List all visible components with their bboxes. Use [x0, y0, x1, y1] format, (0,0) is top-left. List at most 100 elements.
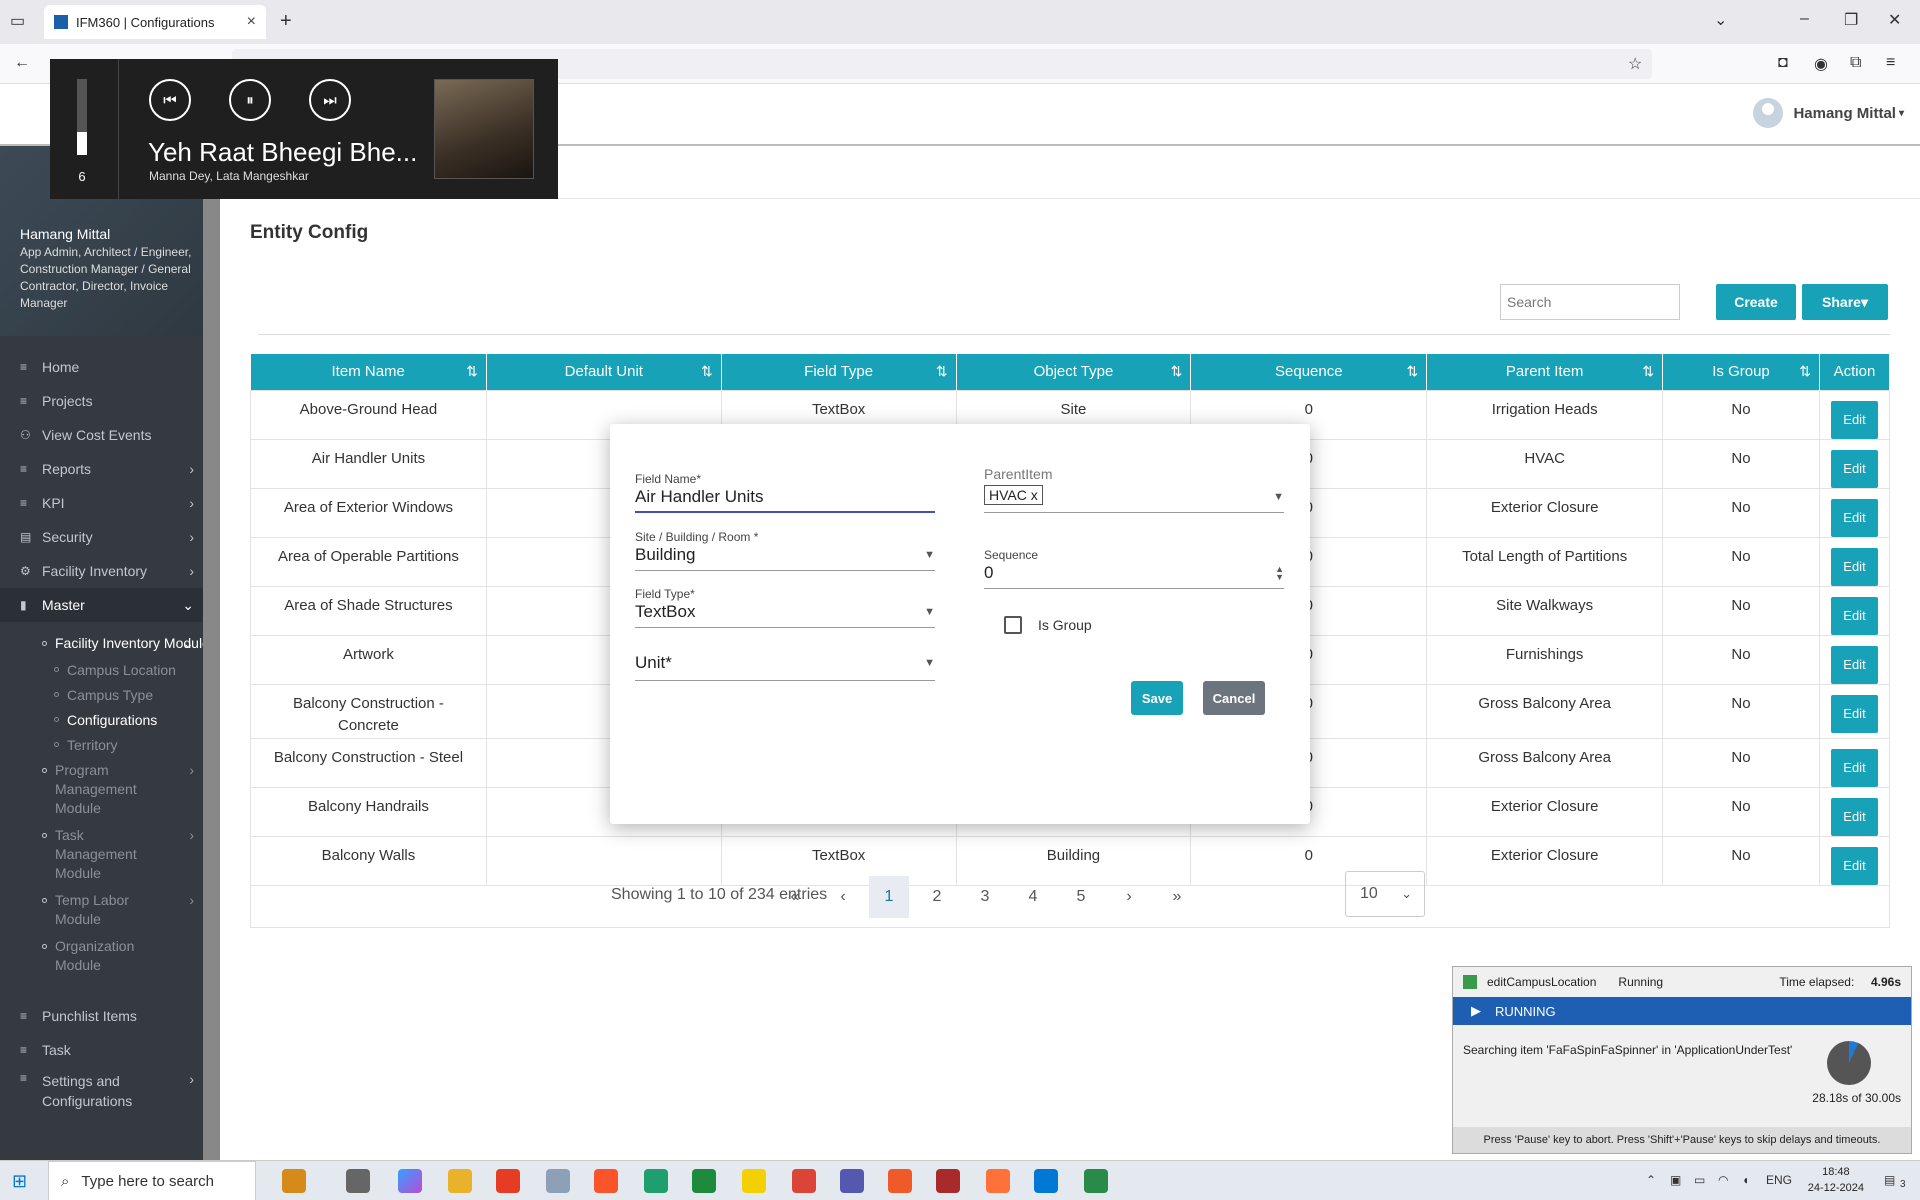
search-input[interactable]: Search — [1500, 284, 1680, 320]
sort-icon[interactable]: ⇅ — [701, 363, 713, 380]
firefox-icon[interactable] — [986, 1169, 1010, 1193]
create-button[interactable]: Create — [1716, 284, 1796, 320]
parent-item-chip[interactable]: HVAC x — [984, 485, 1043, 505]
tab-overflow-icon[interactable]: ⌄ — [1714, 10, 1727, 30]
page-3-button[interactable]: 3 — [965, 876, 1005, 918]
column-header-default-unit[interactable]: Default Unit ⇅ — [486, 354, 722, 390]
column-header-item-name[interactable]: Item Name ⇅ — [250, 354, 487, 390]
briefcase-app-icon[interactable] — [282, 1169, 306, 1193]
close-window-icon[interactable]: ✕ — [1888, 10, 1901, 30]
sort-icon[interactable]: ⇅ — [1171, 363, 1183, 380]
last-page-button[interactable]: » — [1157, 876, 1197, 918]
unit-select[interactable]: Unit* ▼ — [635, 649, 935, 681]
sort-icon[interactable]: ⇅ — [1642, 363, 1654, 380]
sticky-notes-icon[interactable] — [742, 1169, 766, 1193]
notification-icon[interactable]: ▤ — [1884, 1173, 1895, 1187]
sidebar-item-master[interactable]: ▮ Master ⌄ — [0, 588, 220, 622]
language-indicator[interactable]: ENG — [1766, 1173, 1792, 1187]
sidebar-item-facility-inventory[interactable]: ⚙ Facility Inventory › — [0, 554, 220, 588]
tray-chevron-icon[interactable]: ⌃ — [1646, 1173, 1656, 1187]
pocket-icon[interactable]: ◘ — [1778, 54, 1788, 72]
new-tab-button[interactable]: + — [280, 10, 292, 33]
sort-icon[interactable]: ⇅ — [936, 363, 948, 380]
extensions-icon[interactable]: ⧉ — [1850, 54, 1861, 72]
volume-icon[interactable]: ◖ — [1742, 1173, 1749, 1187]
stepper-icon[interactable]: ▲ ▼ — [1275, 565, 1284, 582]
file-explorer-icon[interactable] — [448, 1169, 472, 1193]
minimize-icon[interactable]: – — [1800, 10, 1809, 28]
wifi-icon[interactable]: ◠ — [1718, 1173, 1728, 1187]
pause-icon[interactable]: ⏸ — [229, 79, 271, 121]
field-name-field[interactable]: Field Name* Air Handler Units — [635, 472, 935, 513]
app-icon[interactable] — [936, 1169, 960, 1193]
page-size-select[interactable]: 10 ⌄ — [1345, 871, 1425, 917]
bookmark-star-icon[interactable]: ☆ — [1628, 54, 1642, 74]
is-group-checkbox[interactable]: Is Group — [1004, 616, 1092, 634]
tab-list-icon[interactable]: ▭ — [10, 11, 25, 31]
column-header-is-group[interactable]: Is Group ⇅ — [1662, 354, 1820, 390]
cancel-button[interactable]: Cancel — [1203, 681, 1265, 715]
save-button[interactable]: Save — [1131, 681, 1183, 715]
unit-field[interactable]: Unit* ▼ — [635, 648, 935, 681]
next-page-button[interactable]: › — [1109, 876, 1149, 918]
sidebar-item-kpi[interactable]: ≡ KPI › — [0, 486, 220, 520]
sidebar-item-task[interactable]: ≡ Task — [0, 1033, 220, 1067]
prev-page-button[interactable]: ‹ — [823, 876, 863, 918]
copilot-icon[interactable] — [398, 1169, 422, 1193]
sidebar-item-campus-type[interactable]: Campus Type — [0, 682, 220, 707]
sequence-input[interactable]: 0 ▲ ▼ — [984, 563, 1284, 589]
back-icon[interactable]: ← — [14, 54, 30, 72]
sidebar-item-security[interactable]: ▤ Security › — [0, 520, 220, 554]
sidebar-item-temp-labor[interactable]: Temp Labor Module › — [0, 887, 194, 933]
office-icon[interactable] — [496, 1169, 520, 1193]
sidebar-item-reports[interactable]: ≡ Reports › — [0, 452, 220, 486]
site-building-room-select[interactable]: Building ▼ — [635, 545, 935, 571]
first-page-button[interactable]: « — [775, 876, 815, 918]
volume-bar[interactable] — [77, 79, 87, 155]
checkbox-box[interactable] — [1004, 616, 1022, 634]
app-icon[interactable] — [546, 1169, 570, 1193]
column-header-field-type[interactable]: Field Type ⇅ — [721, 354, 957, 390]
close-tab-icon[interactable]: × — [247, 13, 256, 31]
edit-button[interactable]: Edit — [1831, 596, 1878, 635]
edit-button[interactable]: Edit — [1831, 645, 1878, 684]
edit-button[interactable]: Edit — [1831, 449, 1878, 488]
sidebar-item-home[interactable]: ≡ Home — [0, 350, 220, 384]
sidebar-scrollbar[interactable] — [203, 146, 220, 1160]
sequence-field[interactable]: Sequence 0 ▲ ▼ — [984, 548, 1284, 589]
menu-icon[interactable]: ≡ — [1886, 54, 1895, 72]
sidebar-item-view-cost-events[interactable]: ⚇ View Cost Events — [0, 418, 220, 452]
parent-item-field[interactable]: ParentItem HVAC x ▼ — [984, 466, 1284, 513]
clock[interactable]: 18:48 24-12-2024 — [1808, 1164, 1864, 1196]
previous-track-icon[interactable]: ⏮ — [149, 79, 191, 121]
user-menu[interactable]: Hamang Mittal ▾ — [1753, 98, 1904, 128]
next-track-icon[interactable]: ⏭ — [309, 79, 351, 121]
parent-item-select[interactable]: HVAC x ▼ — [984, 483, 1284, 513]
vscode-icon[interactable] — [1034, 1169, 1058, 1193]
page-4-button[interactable]: 4 — [1013, 876, 1053, 918]
tray-icon[interactable]: ▣ — [1670, 1173, 1681, 1187]
column-header-sequence[interactable]: Sequence ⇅ — [1190, 354, 1428, 390]
edit-button[interactable]: Edit — [1831, 498, 1878, 537]
app-icon[interactable] — [888, 1169, 912, 1193]
chrome-icon[interactable] — [792, 1169, 816, 1193]
sidebar-item-configurations[interactable]: Configurations — [0, 707, 220, 732]
sidebar-item-settings[interactable]: ≡ Settings and Configurations › — [0, 1067, 220, 1111]
sort-icon[interactable]: ⇅ — [466, 363, 478, 380]
task-view-icon[interactable] — [346, 1169, 370, 1193]
column-header-object-type[interactable]: Object Type ⇅ — [956, 354, 1192, 390]
share-button[interactable]: Share▾ — [1802, 284, 1888, 320]
field-name-input[interactable]: Air Handler Units — [635, 487, 935, 513]
excel-icon[interactable] — [692, 1169, 716, 1193]
sort-icon[interactable]: ⇅ — [1406, 363, 1418, 380]
column-header-parent-item[interactable]: Parent Item ⇅ — [1426, 354, 1664, 390]
sort-icon[interactable]: ⇅ — [1799, 363, 1811, 380]
sidebar-item-task-management[interactable]: Task Management Module › — [0, 822, 194, 887]
taskbar-search[interactable]: ⌕ Type here to search — [48, 1161, 256, 1200]
edit-button[interactable]: Edit — [1831, 694, 1878, 733]
sidebar-item-campus-location[interactable]: Campus Location — [0, 657, 220, 682]
app-icon[interactable] — [1084, 1169, 1108, 1193]
page-1-button[interactable]: 1 — [869, 876, 909, 918]
sidebar-item-organization[interactable]: Organization Module — [0, 933, 150, 979]
edge-icon[interactable] — [644, 1169, 668, 1193]
